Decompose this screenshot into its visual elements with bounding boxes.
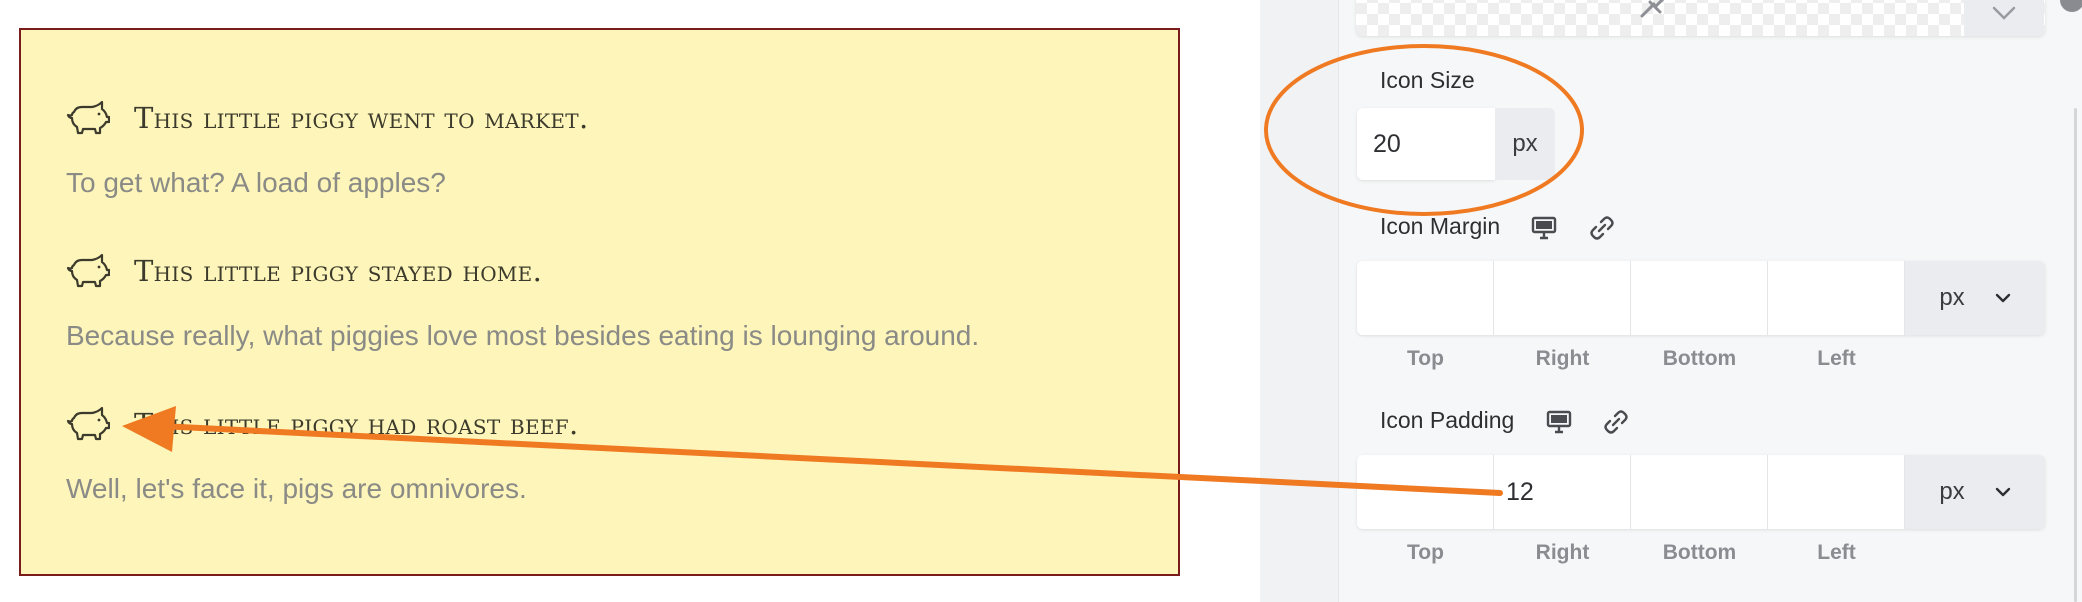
pig-icon bbox=[66, 406, 110, 441]
desktop-icon[interactable] bbox=[1545, 408, 1573, 436]
link-icon[interactable] bbox=[1602, 408, 1630, 436]
margin-side-labels: Top Right Bottom Left bbox=[1357, 347, 1905, 371]
item-body-text: Because really, what piggies love most b… bbox=[66, 320, 980, 351]
icon-size-label: Icon Size bbox=[1380, 67, 1475, 93]
list-preview: This little piggy went to market. To get… bbox=[19, 28, 1180, 576]
close-icon bbox=[1992, 6, 2016, 20]
side-label-top: Top bbox=[1407, 541, 1444, 564]
chevron-down-icon bbox=[1995, 487, 2010, 497]
padding-left-input[interactable] bbox=[1768, 455, 1905, 529]
margin-right-input[interactable] bbox=[1494, 261, 1631, 335]
side-label-left: Left bbox=[1817, 541, 1856, 564]
icon-size-input[interactable]: 20 bbox=[1357, 108, 1495, 180]
color-picker-field[interactable] bbox=[1356, 0, 2045, 36]
padding-top-input[interactable] bbox=[1357, 455, 1494, 529]
list-item-heading: This little piggy had roast beef. bbox=[66, 406, 579, 442]
side-label-bottom: Bottom bbox=[1662, 541, 1737, 564]
margin-top-input[interactable] bbox=[1357, 261, 1494, 335]
item-body-text: To get what? A load of apples? bbox=[66, 167, 446, 198]
icon-padding-inputs: 12 px bbox=[1357, 455, 2045, 529]
padding-right-input[interactable]: 12 bbox=[1494, 455, 1631, 529]
icon-margin-inputs: px bbox=[1357, 261, 2045, 335]
pig-icon bbox=[66, 253, 110, 288]
link-icon[interactable] bbox=[1588, 214, 1616, 242]
margin-left-input[interactable] bbox=[1768, 261, 1905, 335]
icon-margin-label: Icon Margin bbox=[1380, 213, 1501, 239]
side-label-bottom: Bottom bbox=[1662, 347, 1737, 370]
icon-size-unit[interactable]: px bbox=[1495, 108, 1555, 180]
item-heading-text: This little piggy stayed home. bbox=[134, 254, 543, 288]
margin-unit-select[interactable]: px bbox=[1905, 261, 2045, 335]
desktop-icon[interactable] bbox=[1530, 214, 1558, 242]
side-label-left: Left bbox=[1817, 347, 1856, 370]
padding-side-labels: Top Right Bottom Left bbox=[1357, 541, 1905, 565]
pig-icon bbox=[66, 100, 110, 135]
clear-color-button[interactable] bbox=[1964, 0, 2044, 36]
chevron-down-icon bbox=[1995, 293, 2010, 303]
side-label-right: Right bbox=[1535, 541, 1590, 564]
item-heading-text: This little piggy had roast beef. bbox=[134, 407, 579, 441]
margin-unit-label: px bbox=[1939, 284, 1965, 311]
eyedropper-icon[interactable] bbox=[1638, 0, 1674, 18]
side-label-top: Top bbox=[1407, 347, 1444, 370]
margin-bottom-input[interactable] bbox=[1631, 261, 1768, 335]
padding-bottom-input[interactable] bbox=[1631, 455, 1768, 529]
item-body-text: Well, let's face it, pigs are omnivores. bbox=[66, 473, 527, 504]
padding-unit-label: px bbox=[1939, 478, 1965, 505]
scrollbar-thumb[interactable] bbox=[2074, 108, 2077, 602]
padding-unit-select[interactable]: px bbox=[1905, 455, 2045, 529]
list-item-heading: This little piggy went to market. bbox=[66, 100, 588, 136]
info-icon[interactable] bbox=[2056, 0, 2082, 14]
scrollbar-track[interactable] bbox=[2058, 0, 2082, 602]
side-label-right: Right bbox=[1535, 347, 1590, 370]
icon-padding-label: Icon Padding bbox=[1380, 407, 1515, 433]
list-item-heading: This little piggy stayed home. bbox=[66, 253, 542, 289]
item-heading-text: This little piggy went to market. bbox=[134, 101, 589, 135]
